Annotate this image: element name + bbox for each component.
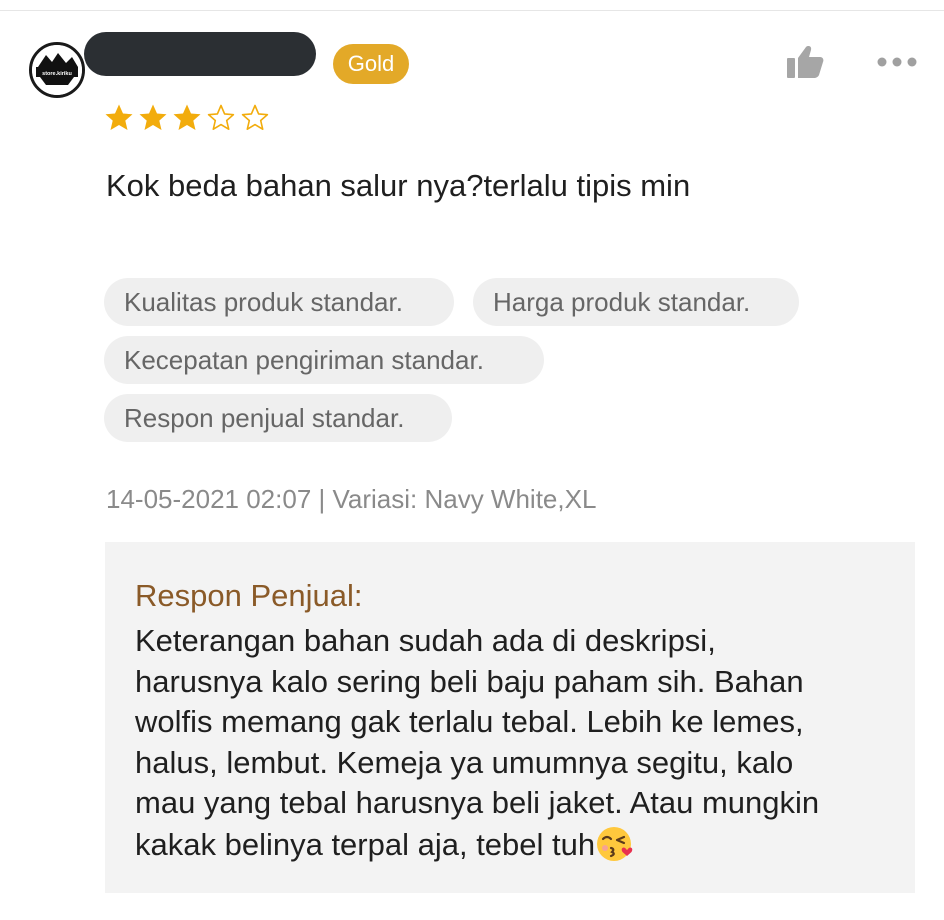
review-meta: 14-05-2021 02:07 | Variasi: Navy White,X… [106, 484, 597, 514]
username-redacted [84, 32, 316, 76]
seller-reply-line: Keterangan bahan sudah ada di deskripsi, [135, 623, 716, 658]
star-filled-icon [173, 104, 201, 130]
seller-reply-last-line: kakak belinya terpal aja, tebel tuh [135, 824, 905, 866]
avatar-text: store.kiriku [42, 71, 72, 77]
seller-reply-body: Keterangan bahan sudah ada di deskripsi,… [135, 621, 905, 865]
star-outline-icon [241, 104, 269, 130]
seller-reply-line: wolfis memang gak terlalu tebal. Lebih k… [135, 704, 804, 739]
top-divider [0, 10, 944, 11]
star-filled-icon [105, 104, 133, 130]
membership-badge: Gold [333, 44, 409, 84]
seller-reply-line: harusnya kalo sering beli baju paham sih… [135, 663, 804, 699]
star-outline-icon [207, 104, 235, 130]
avatar[interactable]: store.kiriku [29, 42, 85, 98]
review-tag: Harga produk standar. [473, 278, 799, 326]
thumbs-up-icon[interactable] [785, 44, 825, 80]
avatar-logo: store.kiriku [32, 45, 82, 95]
review-tag: Kualitas produk standar. [104, 278, 454, 326]
star-filled-icon [139, 104, 167, 130]
kissing-face-emoji-icon [597, 826, 633, 861]
more-options-icon[interactable] [875, 52, 919, 72]
seller-reply: Respon Penjual: Keterangan bahan sudah a… [105, 542, 915, 893]
seller-reply-line: kakak belinya terpal aja, tebel tuh [135, 826, 596, 862]
review-tag: Kecepatan pengiriman standar. [104, 336, 544, 384]
star-rating [104, 103, 270, 137]
seller-reply-line: halus, lembut. Kemeja ya umumnya segitu,… [135, 744, 794, 780]
seller-reply-line: mau yang tebal harusnya beli jaket. Atau… [135, 785, 820, 820]
seller-reply-title: Respon Penjual: [135, 578, 363, 613]
review-text: Kok beda bahan salur nya?terlalu tipis m… [106, 168, 691, 203]
review-tag: Respon penjual standar. [104, 394, 452, 442]
